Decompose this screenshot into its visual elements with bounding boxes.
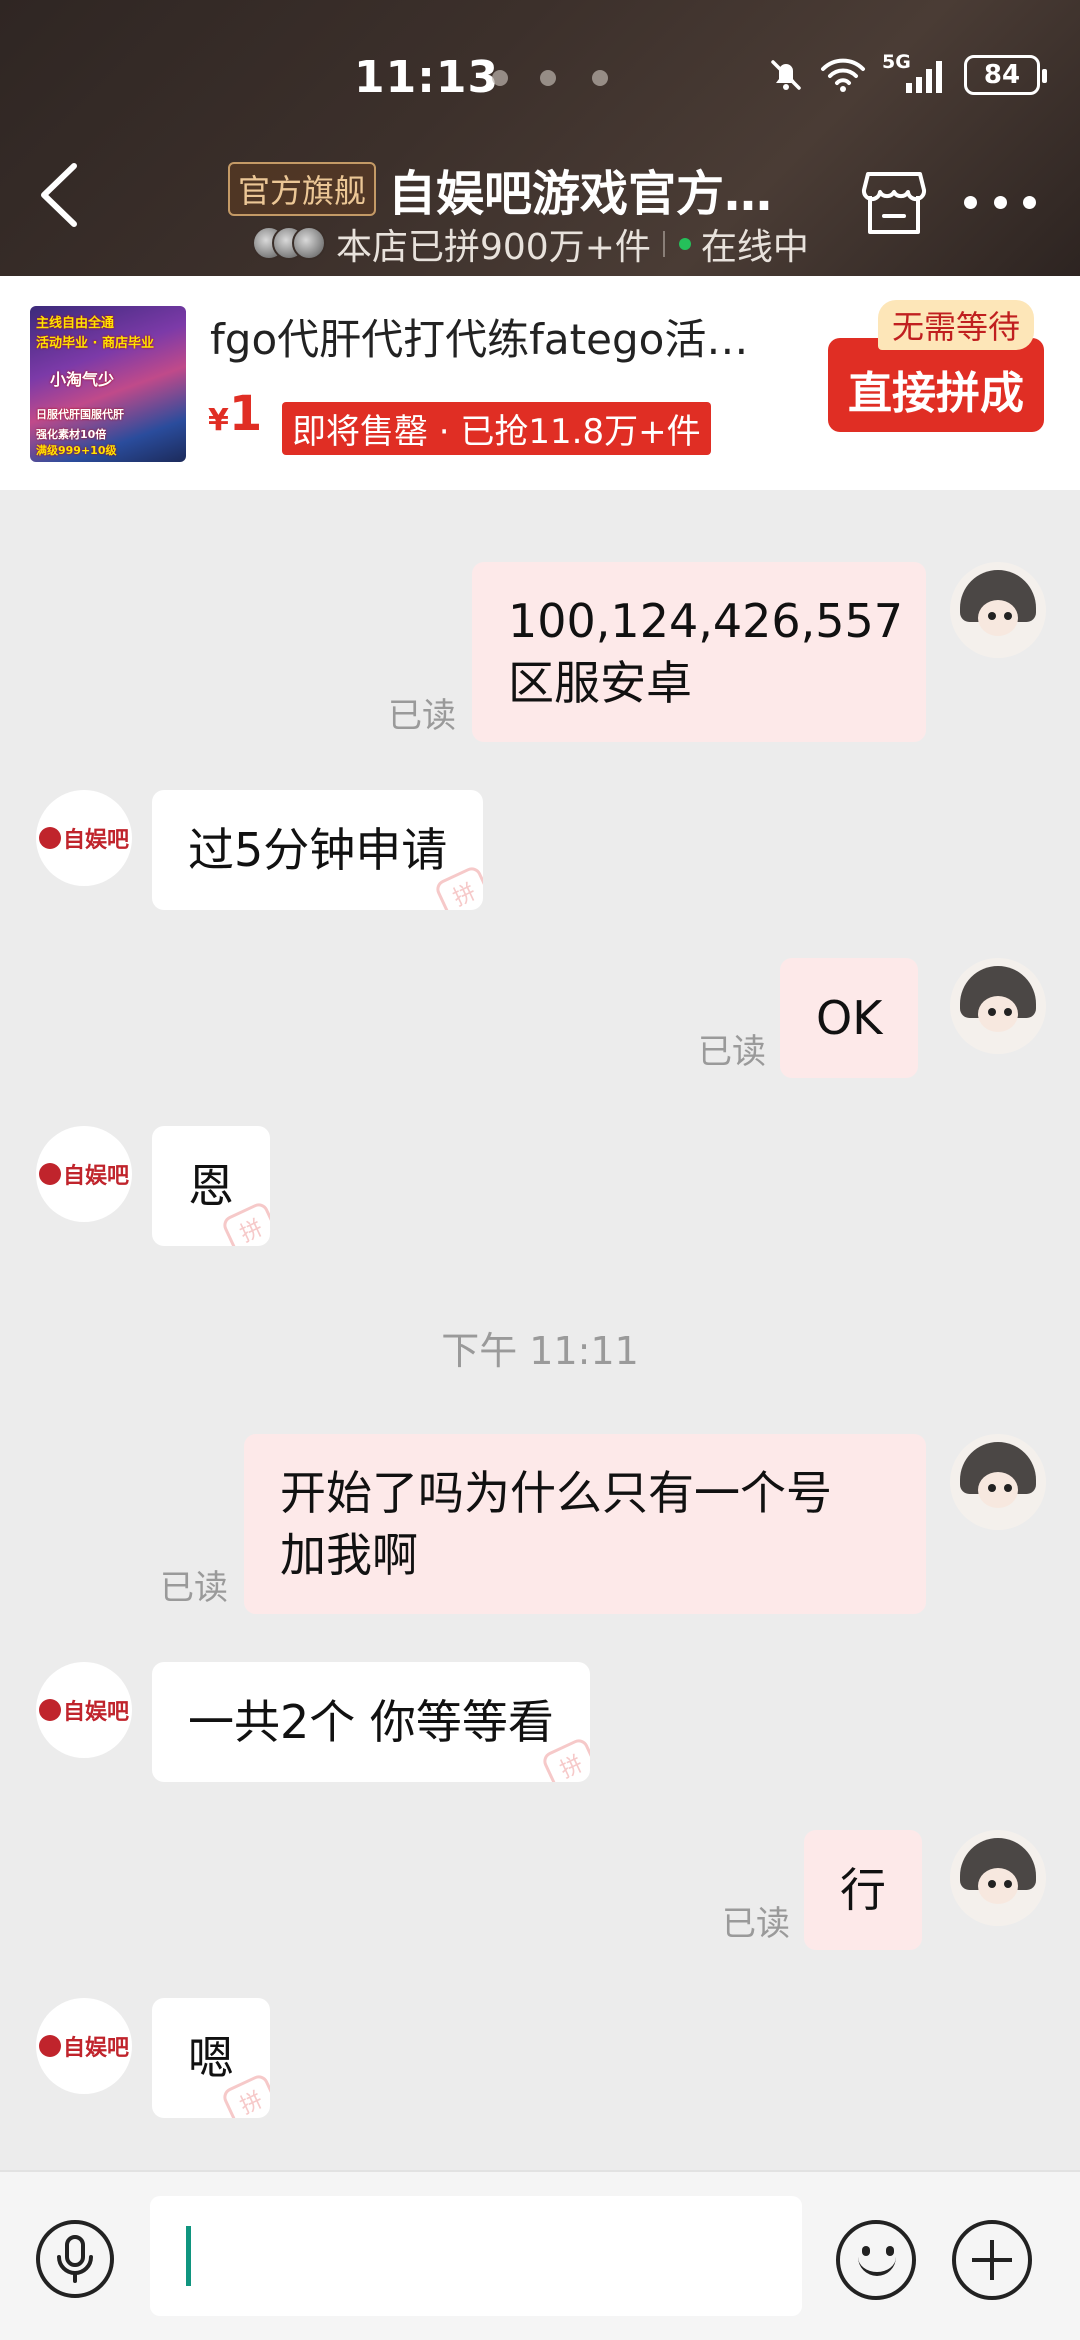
message-text: 过5分钟申请 — [188, 823, 448, 877]
thumb-text: 小淘气少 — [50, 370, 115, 389]
signal-indicator: 5G — [882, 51, 948, 95]
status-time: 11:13 — [354, 52, 500, 103]
store-avatar[interactable]: 自娱吧 — [36, 1126, 132, 1222]
status-icons: 5G 84 — [768, 51, 1047, 95]
notification-dot-icon — [540, 70, 556, 86]
message-bubble-received[interactable]: 一共2个 你等等看 拼 — [152, 1662, 590, 1782]
store-title[interactable]: 官方旗舰 自娱吧游戏官方… — [228, 154, 772, 224]
message-bubble-received[interactable]: 过5分钟申请 拼 — [152, 790, 484, 910]
text-caret — [186, 2226, 191, 2286]
read-receipt: 已读 — [160, 1568, 228, 1608]
store-avatar[interactable]: 自娱吧 — [36, 790, 132, 886]
notification-dot-icon — [592, 70, 608, 86]
store-subtitle: 本店已拼900万+件 在线中 — [252, 218, 809, 270]
buyer-avatars — [252, 226, 326, 262]
chat-messages[interactable]: 已读 100,124,426,557 区服安卓 自娱吧 过5分钟申请 拼 已读 … — [0, 490, 1080, 2170]
user-avatar[interactable] — [950, 958, 1046, 1054]
store-avatar[interactable]: 自娱吧 — [36, 1662, 132, 1758]
message-bubble-received[interactable]: 恩 拼 — [152, 1126, 270, 1246]
message-input-bar — [0, 2170, 1080, 2340]
message-bubble-sent[interactable]: 行 — [804, 1830, 922, 1950]
thumb-text: 满级999+10级 — [36, 444, 117, 457]
battery-indicator: 84 — [964, 55, 1047, 95]
store-sales-count: 本店已拼900万+件 — [336, 227, 651, 268]
message-text: 恩 — [188, 1159, 234, 1213]
price-value: 1 — [228, 386, 263, 442]
message-bubble-sent[interactable]: 100,124,426,557 区服安卓 — [472, 562, 926, 742]
voice-input-button[interactable] — [36, 2220, 114, 2298]
user-avatar[interactable] — [950, 1830, 1046, 1926]
mute-bell-icon — [771, 60, 801, 90]
sale-status-tag: 即将售罄 · 已抢11.8万+件 — [282, 402, 711, 455]
store-name[interactable]: 自娱吧游戏官方… — [388, 154, 772, 224]
divider — [662, 231, 665, 257]
online-dot-icon — [678, 238, 691, 250]
status-bar: 11:13 5G 84 — [0, 0, 1080, 150]
wifi-icon — [821, 58, 865, 92]
microphone-icon — [57, 2235, 93, 2283]
shop-icon[interactable] — [860, 170, 928, 236]
message-bubble-sent[interactable]: 开始了吗为什么只有一个号 加我啊 — [244, 1434, 926, 1614]
message-text: 行 — [840, 1863, 886, 1917]
notification-dot-icon — [492, 70, 508, 86]
product-thumbnail[interactable]: 主线自由全通 活动毕业 · 商店毕业 小淘气少 日服代肝国服代肝 强化素材10倍… — [30, 306, 186, 462]
message-text: 开始了吗为什么只有一个号 加我啊 — [280, 1466, 832, 1582]
read-receipt: 已读 — [722, 1904, 790, 1944]
thumb-text: 强化素材10倍 — [36, 428, 107, 441]
message-text: OK — [816, 991, 883, 1045]
user-avatar[interactable] — [950, 562, 1046, 658]
read-receipt: 已读 — [388, 696, 456, 736]
store-logo-text: 自娱吧 — [62, 1700, 129, 1725]
official-flagship-badge: 官方旗舰 — [228, 162, 377, 216]
message-text: 嗯 — [188, 2031, 234, 2085]
no-wait-tag: 无需等待 — [878, 300, 1035, 350]
thumb-text: 日服代肝国服代肝 — [36, 408, 124, 421]
chat-header: 11:13 5G 84 官方旗舰 自娱吧游戏官方… 本店已拼900万+件 在线中 — [0, 0, 1080, 276]
store-logo-text: 自娱吧 — [62, 828, 129, 853]
store-logo-icon — [38, 2035, 61, 2057]
emoji-button[interactable] — [836, 2220, 916, 2300]
signal-bars-icon — [906, 61, 942, 93]
message-text: 100,124,426,557 区服安卓 — [508, 594, 904, 710]
message-timestamp: 下午 11:11 — [441, 1329, 639, 1373]
store-logo-icon — [38, 1163, 61, 1185]
store-logo-text: 自娱吧 — [62, 2036, 129, 2061]
back-arrow-icon[interactable] — [30, 160, 90, 230]
more-actions-plus-button[interactable] — [952, 2220, 1032, 2300]
store-logo-icon — [38, 827, 61, 849]
product-price: ¥1 — [208, 386, 262, 442]
message-input[interactable] — [150, 2196, 802, 2316]
thumb-text: 主线自由全通 — [36, 316, 115, 331]
message-text: 一共2个 你等等看 — [188, 1695, 554, 1749]
online-status: 在线中 — [700, 227, 809, 268]
store-logo-text: 自娱吧 — [62, 1164, 129, 1189]
read-receipt: 已读 — [698, 1032, 766, 1072]
message-bubble-sent[interactable]: OK — [780, 958, 919, 1078]
user-avatar[interactable] — [950, 1434, 1046, 1530]
thumb-text: 活动毕业 · 商店毕业 — [36, 336, 154, 351]
store-logo-icon — [38, 1699, 61, 1721]
product-title[interactable]: fgo代肝代打代练fatego活… — [210, 306, 790, 367]
more-options-icon[interactable] — [964, 196, 1036, 212]
buy-now-button[interactable]: 直接拼成 — [828, 338, 1044, 432]
price-symbol: ¥ — [208, 403, 229, 438]
store-avatar[interactable]: 自娱吧 — [36, 1998, 132, 2094]
message-bubble-received[interactable]: 嗯 拼 — [152, 1998, 270, 2118]
